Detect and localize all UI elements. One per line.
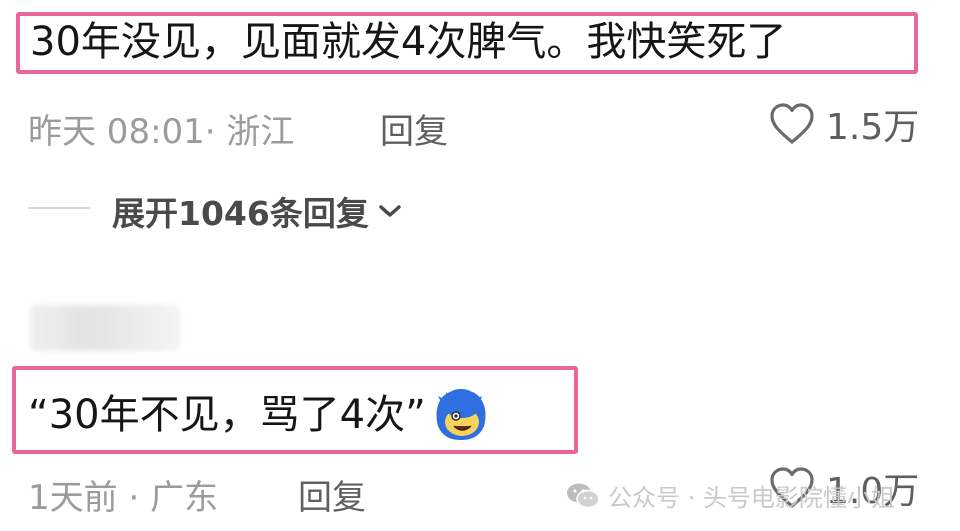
meta-separator: · [204,112,216,152]
comment-2-time: 1天前 [28,478,118,518]
comment-1-like-count: 1.5万 [826,107,920,148]
chevron-down-icon [379,205,401,217]
comment-1-time: 昨天 08:01 [28,112,205,152]
comment-1-meta: 昨天 08:01· 浙江 [28,104,294,153]
thread-divider-line [28,207,90,209]
comment-2-location: 广东 [150,478,219,518]
comment-2-content: “30年不见，骂了4次” [28,386,490,444]
watermark-text: 公众号 · 头号电影院懂小姐 [608,484,895,512]
expand-replies-button[interactable]: 展开1046条回复 [112,187,403,235]
comment-1-text: 30年没见，见面就发4次脾气。我快笑死了 [30,19,787,65]
expand-replies-label: 展开1046条回复 [112,194,369,233]
watermark: 公众号 · 头号电影院懂小姐 [566,478,895,513]
comment-1-like-button[interactable]: 1.5万 [768,98,919,150]
comment-2-meta: 1天前 · 广东 [28,470,218,519]
laughing-face-emoji-icon [436,389,486,440]
comment-2-reply-button[interactable]: 回复 [298,470,366,519]
wechat-icon [567,483,600,508]
comment-2-text: “30年不见，骂了4次” [28,392,426,438]
meta-separator: · [128,478,140,518]
comment-1-reply-button[interactable]: 回复 [380,104,448,153]
comment-1-location: 浙江 [226,112,295,152]
heart-icon [770,103,814,144]
comment-2-username-blurred [30,305,180,351]
